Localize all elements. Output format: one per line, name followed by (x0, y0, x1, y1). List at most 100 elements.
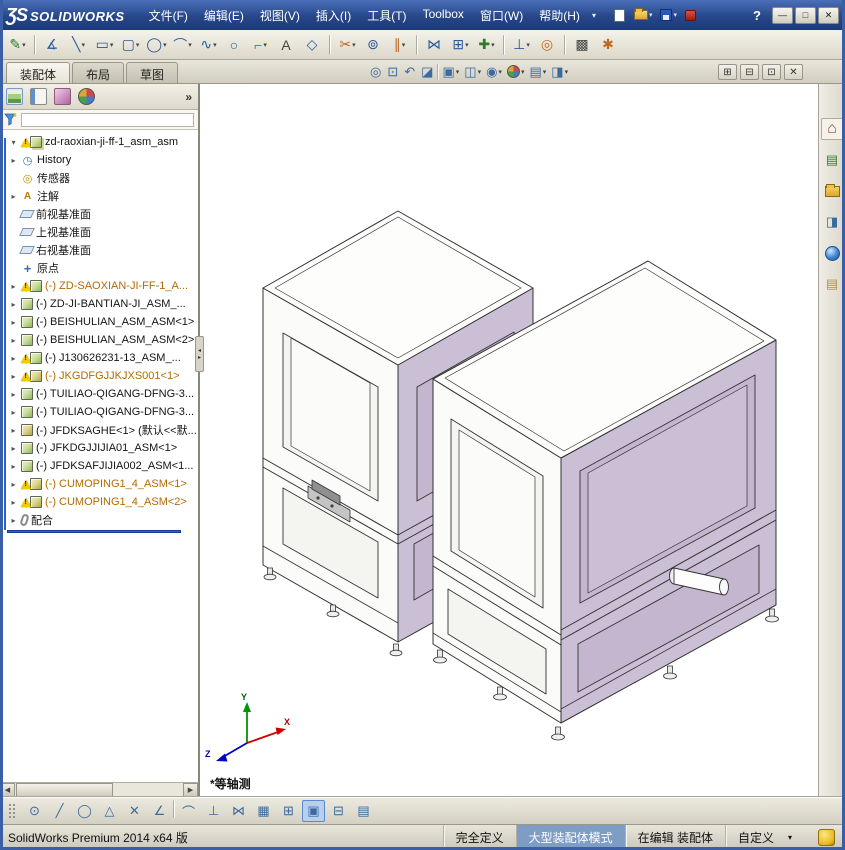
normal-view-tool[interactable]: ▣ (302, 800, 325, 822)
tree-item[interactable]: ▸ (-) CUMOPING1_4_ASM<2> (0, 493, 198, 511)
tree-item[interactable]: ▸ (-) CUMOPING1_4_ASM<1> (0, 475, 198, 493)
tree-item[interactable]: ▸ (-) JKGDFGJJKJXS001<1> (0, 367, 198, 385)
view-orientation-button[interactable]: ▣ ▾ (440, 61, 461, 82)
open-button[interactable]: ▾ (632, 8, 655, 22)
expand-arrow-icon[interactable]: ▸ (9, 516, 18, 525)
tree-item[interactable]: ▸ (-) TUILIAO-QIGANG-DFNG-3... (0, 403, 198, 421)
panel-expand-chevron[interactable]: » (185, 90, 192, 104)
move-entities-button[interactable]: ✚ ▾ (474, 33, 499, 57)
propertymanager-tab[interactable] (30, 88, 47, 105)
spline-button[interactable]: ∿ ▾ (196, 33, 221, 57)
arc-tool[interactable]: ⌒ (177, 800, 200, 822)
menu-item[interactable]: 编辑(E) (196, 3, 252, 28)
doc-new-window-button[interactable]: ⊞ (718, 64, 737, 80)
commandmanager-tab[interactable]: 草图 (126, 62, 179, 83)
expand-arrow-icon[interactable]: ▸ (9, 462, 18, 471)
apply-scene-button[interactable]: ▤ ▾ (527, 61, 548, 82)
doc-close-button[interactable]: ✕ (784, 64, 803, 80)
tree-item[interactable]: ▸ (-) J130626231-13_ASM_... (0, 349, 198, 367)
expand-arrow-icon[interactable]: ▸ (9, 156, 18, 165)
tree-item[interactable]: 传感器 (0, 169, 198, 187)
menu-item[interactable]: 插入(I) (308, 3, 359, 28)
filter-funnel-icon[interactable] (4, 113, 17, 126)
scroll-left-button[interactable]: ◀ (0, 783, 15, 797)
expand-arrow-icon[interactable]: ▸ (9, 336, 18, 345)
circle-tool[interactable]: ◯ (73, 800, 96, 822)
expand-arrow-icon[interactable]: ▸ (9, 300, 18, 309)
expand-arrow-icon[interactable]: ▸ (9, 192, 18, 201)
snap-tool[interactable]: ⊞ (277, 800, 300, 822)
graphics-area[interactable]: Y X Z *等轴测 (200, 84, 818, 797)
tree-item[interactable]: ▸ History (0, 151, 198, 169)
text-button[interactable]: A (274, 33, 299, 57)
grid-tool[interactable]: ▦ (252, 800, 275, 822)
resources-tab[interactable]: ⌂ (820, 118, 844, 140)
perpendicular-tool[interactable]: ⊥ (202, 800, 225, 822)
tree-item[interactable]: ▸ (-) BEISHULIAN_ASM_ASM<2> (0, 331, 198, 349)
rapid-sketch-button[interactable]: ✱ (596, 33, 621, 57)
annotation-tool[interactable]: ▤ (352, 800, 375, 822)
doc-restore-button[interactable]: ⊡ (762, 64, 781, 80)
angle-tool[interactable]: ∠ (148, 800, 171, 822)
mirror-entities-button[interactable]: ⋈ (422, 33, 447, 57)
plane-button[interactable]: ◇ (300, 33, 325, 57)
configurationmanager-tab[interactable] (54, 88, 71, 105)
expand-arrow-icon[interactable]: ▸ (9, 282, 18, 291)
commandmanager-tab[interactable]: 装配体 (6, 62, 71, 83)
doc-cascade-button[interactable]: ⊟ (740, 64, 759, 80)
hide-show-items-button[interactable]: ◉ ▾ (484, 61, 504, 82)
rollback-bar[interactable] (7, 530, 181, 533)
large-assembly-mode-badge[interactable]: 大型装配体模式 (515, 825, 625, 850)
custom-properties-tab[interactable]: ▤ (821, 273, 844, 295)
arc-button[interactable]: ⌒ ▾ (170, 33, 195, 57)
convert-entities-button[interactable]: ⊚ (361, 33, 386, 57)
line-tool[interactable]: ╱ (48, 800, 71, 822)
expand-arrow-icon[interactable]: ▸ (9, 408, 18, 417)
previous-view-button[interactable]: ↶ (402, 61, 418, 82)
custom-dropdown[interactable]: 自定义 ▾ (724, 825, 804, 850)
expand-arrow-icon[interactable]: ▸ (9, 498, 18, 507)
table-tool[interactable]: ⊟ (327, 800, 350, 822)
new-document-button[interactable] (612, 7, 628, 24)
tree-item[interactable]: ▸ (-) JFDKSAFJIJIA002_ASM<1... (0, 457, 198, 475)
tree-item[interactable]: ▸ (-) BEISHULIAN_ASM_ASM<1> (0, 313, 198, 331)
menu-item[interactable]: 视图(V) (252, 3, 308, 28)
maximize-button[interactable]: □ (795, 6, 816, 24)
expand-arrow-icon[interactable]: ▸ (9, 354, 18, 363)
repair-sketch-button[interactable]: ◎ (535, 33, 560, 57)
expand-arrow-icon[interactable]: ▸ (9, 372, 18, 381)
trim-entities-button[interactable]: ✂ ▾ (335, 33, 360, 57)
ellipse-button[interactable]: ○ (222, 33, 247, 57)
offset-entities-button[interactable]: ∥ ▾ (387, 33, 412, 57)
commandmanager-tab[interactable]: 布局 (72, 62, 125, 83)
sketch-picture-button[interactable]: ▩ (570, 33, 595, 57)
linear-pattern-button[interactable]: ⊞ ▾ (448, 33, 473, 57)
polygon-tool[interactable]: △ (98, 800, 121, 822)
expand-arrow-icon[interactable]: ▾ (9, 138, 18, 147)
menu-item[interactable]: Toolbox (415, 3, 472, 28)
filter-input[interactable] (21, 112, 194, 127)
tree-item[interactable]: ▸ (-) JFDKSAGHE<1> (默认<<默... (0, 421, 198, 439)
expand-arrow-icon[interactable]: ▸ (9, 444, 18, 453)
expand-arrow-icon[interactable]: ▸ (9, 318, 18, 327)
view-palette-tab[interactable]: ◨ (821, 211, 844, 233)
menu-overflow-caret[interactable]: ▾ (592, 11, 596, 20)
tree-item[interactable]: ▸ (-) ZD-JI-BANTIAN-JI_ASM_... (0, 295, 198, 313)
fillet-button[interactable]: ⌐ ▾ (248, 33, 273, 57)
design-library-tab[interactable]: ▤ (821, 149, 844, 171)
section-view-button[interactable]: ◪ (419, 61, 436, 82)
expand-arrow-icon[interactable]: ▸ (9, 390, 18, 399)
expand-arrow-icon[interactable]: ▸ (9, 426, 18, 435)
tree-item[interactable]: ▸ 配合 (0, 511, 198, 529)
zoom-fit-button[interactable]: ◎ (368, 61, 384, 82)
scrollbar-track[interactable] (15, 783, 183, 797)
mirror-tool[interactable]: ⋈ (227, 800, 250, 822)
help-button[interactable]: ? (745, 8, 769, 23)
expand-arrow-icon[interactable]: ▸ (9, 480, 18, 489)
edit-appearance-button[interactable]: ▾ (505, 61, 527, 82)
display-relations-button[interactable]: ⊥ ▾ (509, 33, 534, 57)
menu-item[interactable]: 工具(T) (359, 3, 414, 28)
zoom-area-button[interactable]: ⊡ (385, 61, 401, 82)
panel-splitter-handle[interactable]: ◂ ▸ (195, 336, 204, 372)
scroll-right-button[interactable]: ▶ (183, 783, 198, 797)
